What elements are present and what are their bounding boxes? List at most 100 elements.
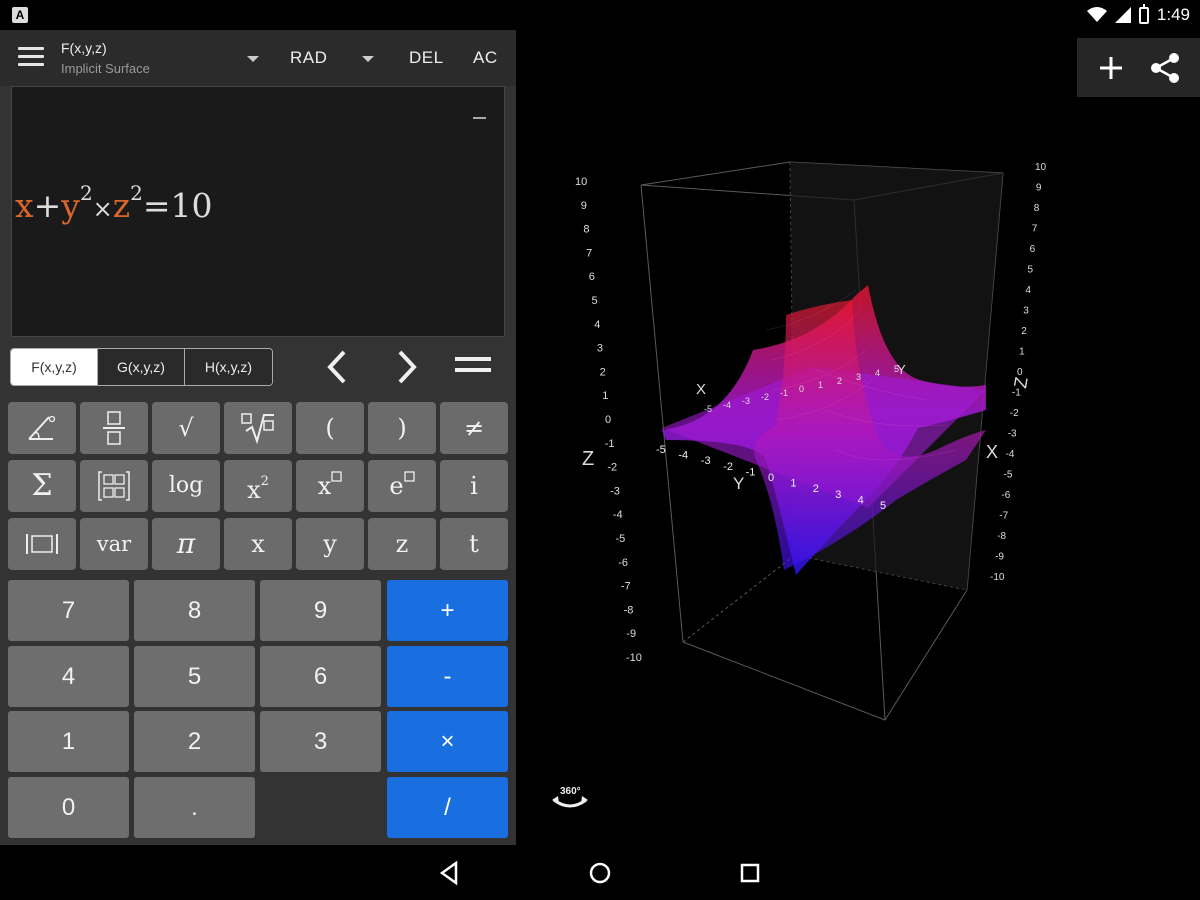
z-tick-label: 7: [1032, 224, 1038, 235]
z-tick-label: 10: [1035, 162, 1047, 173]
equals-button[interactable]: [455, 354, 491, 380]
sigma-icon: Σ: [31, 468, 53, 503]
function-title[interactable]: F(x,y,z): [61, 40, 107, 56]
delete-button[interactable]: DEL: [409, 48, 444, 68]
z-axis-ticks-left: 109876543210-1-2-3-4-5-6-7-8-9-10: [575, 176, 642, 664]
z-tick-label: 3: [597, 343, 603, 355]
t-key[interactable]: t: [440, 518, 508, 570]
log-key[interactable]: log: [152, 460, 220, 512]
clear-all-button[interactable]: AC: [473, 48, 498, 68]
abs-key[interactable]: [8, 518, 76, 570]
x-tick-label: -5: [704, 404, 712, 414]
z-tick-label: 8: [583, 224, 589, 236]
tab-g[interactable]: G(x,y,z): [98, 349, 185, 385]
decimal-key[interactable]: .: [134, 777, 255, 838]
wifi-icon: [1086, 7, 1107, 22]
add-key[interactable]: +: [387, 580, 508, 641]
angle-mode-dropdown-icon[interactable]: [362, 56, 374, 62]
square-key[interactable]: x2: [224, 460, 292, 512]
pi-key[interactable]: π: [152, 518, 220, 570]
z-tick-label: 8: [1034, 203, 1040, 214]
function-type-dropdown-icon[interactable]: [247, 56, 259, 62]
y-tick-label: -1: [746, 466, 756, 478]
z-key[interactable]: z: [368, 518, 436, 570]
angle-key[interactable]: [8, 402, 76, 454]
y-tick-label: 3: [835, 489, 841, 501]
key-6[interactable]: 6: [260, 646, 381, 707]
key-8[interactable]: 8: [134, 580, 255, 641]
var-key[interactable]: var: [80, 518, 148, 570]
key-7[interactable]: 7: [8, 580, 129, 641]
nth-root-key[interactable]: [224, 402, 292, 454]
z-tick-label: 0: [605, 414, 611, 426]
rotate-360-icon[interactable]: 360°: [548, 782, 592, 814]
chevron-left-icon: [327, 350, 346, 384]
x-tick-label: 1: [818, 380, 823, 390]
z-tick-label: 1: [602, 390, 608, 402]
key-1[interactable]: 1: [8, 711, 129, 772]
z-tick-label: -3: [610, 485, 620, 497]
z-tick-label: -6: [1001, 490, 1010, 501]
angle-icon: [28, 415, 56, 440]
x-tick-label: 2: [837, 376, 842, 386]
expression-editor[interactable]: x+y2×z2=10: [11, 86, 505, 337]
x-tick-label: 4: [875, 368, 880, 378]
cursor-right-button[interactable]: [386, 348, 426, 386]
graph-panel[interactable]: 10 9 8 7 6 5 4 3 2 1 0 -1 -2 -3 -4 -5 -6 -7 -8 -9 -10 10 9 8 7 6…: [516, 30, 1200, 845]
plus-icon[interactable]: [1091, 48, 1131, 88]
status-icons: 1:49: [1086, 3, 1190, 26]
open-paren-key[interactable]: (: [296, 402, 364, 454]
x-key[interactable]: x: [224, 518, 292, 570]
cursor-left-button[interactable]: [318, 348, 358, 386]
exp-key[interactable]: e: [368, 460, 436, 512]
divide-key[interactable]: /: [387, 777, 508, 838]
toolbar: F(x,y,z) Implicit Surface RAD DEL AC: [0, 30, 516, 86]
z-tick-label: -9: [626, 628, 636, 640]
expression-display: x+y2×z2=10: [15, 181, 213, 225]
share-icon[interactable]: [1145, 48, 1185, 88]
z-tick-label: -2: [1010, 408, 1019, 419]
sqrt-icon: √: [178, 414, 194, 442]
fraction-key[interactable]: [80, 402, 148, 454]
home-icon[interactable]: [586, 859, 614, 887]
key-4[interactable]: 4: [8, 646, 129, 707]
system-nav-bar: [0, 845, 1200, 900]
square-key-exponent: 2: [260, 474, 269, 489]
multiply-key[interactable]: ×: [387, 711, 508, 772]
3d-graph-canvas[interactable]: 109876543210-1-2-3-4-5-6-7-8-9-10 109876…: [516, 30, 1200, 845]
subtract-key[interactable]: -: [387, 646, 508, 707]
tab-f[interactable]: F(x,y,z): [11, 349, 98, 385]
z-tick-label: 6: [589, 271, 595, 283]
recent-apps-icon[interactable]: [736, 859, 764, 887]
key-0[interactable]: 0: [8, 777, 129, 838]
z-tick-label: -5: [616, 533, 626, 545]
z-tick-label: -9: [995, 552, 1004, 563]
z-tick-label: -2: [607, 462, 617, 474]
back-icon[interactable]: [436, 859, 464, 887]
key-5[interactable]: 5: [134, 646, 255, 707]
key-9[interactable]: 9: [260, 580, 381, 641]
x-tick-label: -4: [723, 400, 731, 410]
summation-key[interactable]: Σ: [8, 460, 76, 512]
angle-mode-button[interactable]: RAD: [290, 48, 327, 68]
function-subtitle[interactable]: Implicit Surface: [61, 61, 150, 76]
close-paren-key[interactable]: ): [368, 402, 436, 454]
y-key[interactable]: y: [296, 518, 364, 570]
collapse-icon[interactable]: [473, 117, 486, 119]
power-key[interactable]: x: [296, 460, 364, 512]
not-equal-key[interactable]: ≠: [440, 402, 508, 454]
key-3[interactable]: 3: [260, 711, 381, 772]
x-tick-label: -2: [761, 392, 769, 402]
x-tick-label: 0: [799, 384, 804, 394]
z-tick-label: 3: [1023, 306, 1029, 317]
menu-icon[interactable]: [18, 47, 44, 69]
status-bar: A 1:49: [0, 0, 1200, 30]
x-tick-label: 3: [856, 372, 861, 382]
sqrt-key[interactable]: √: [152, 402, 220, 454]
imaginary-key[interactable]: i: [440, 460, 508, 512]
x-tick-label: -1: [780, 388, 788, 398]
key-2[interactable]: 2: [134, 711, 255, 772]
matrix-key[interactable]: [80, 460, 148, 512]
tab-h[interactable]: H(x,y,z): [185, 349, 272, 385]
x-axis-label-top: X: [696, 381, 706, 398]
